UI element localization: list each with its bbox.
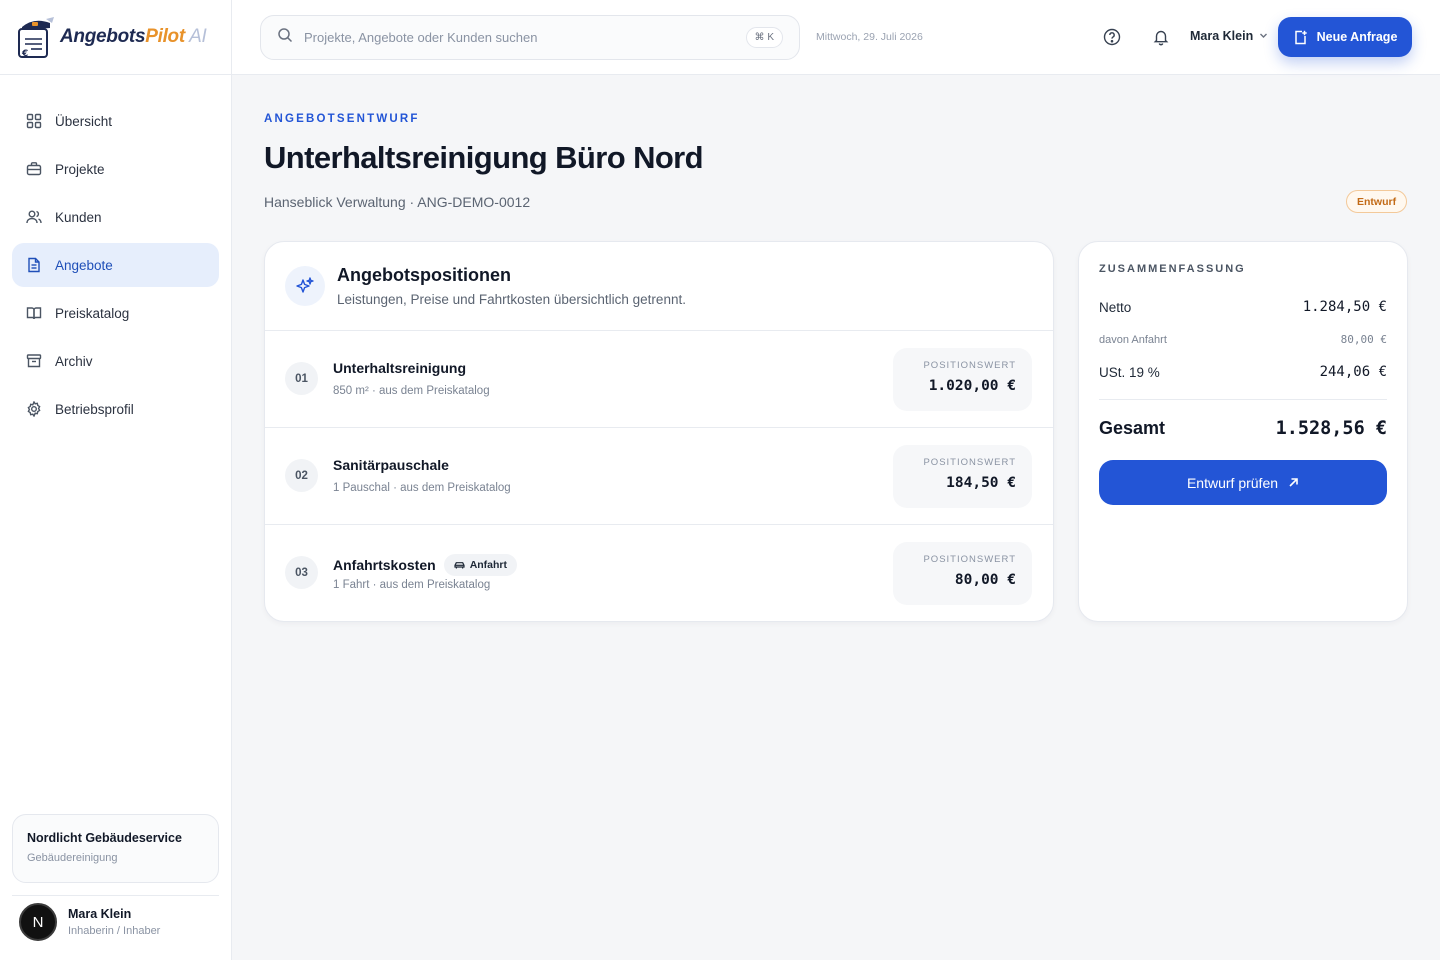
table-row[interactable]: 01 Unterhaltsreinigung 850 m² · aus dem … bbox=[265, 331, 1053, 428]
divider bbox=[12, 895, 219, 896]
logo[interactable]: € AngebotsPilot AI bbox=[0, 0, 231, 75]
position-meta: 1 Pauschal · aus dem Preiskatalog bbox=[333, 482, 511, 494]
company-type: Gebäudereinigung bbox=[27, 852, 118, 864]
sidebar-item-label: Betriebsprofil bbox=[55, 401, 134, 417]
netto-label: Netto bbox=[1099, 299, 1132, 315]
user-menu-name: Mara Klein bbox=[1190, 29, 1254, 43]
positions-header: Angebotspositionen Leistungen, Preise un… bbox=[265, 242, 1053, 331]
user-menu[interactable]: Mara Klein bbox=[1190, 29, 1268, 43]
sidebar-item-label: Preiskatalog bbox=[55, 305, 130, 321]
users-icon bbox=[26, 209, 42, 225]
page-eyebrow: ANGEBOTSENTWURF bbox=[264, 113, 420, 125]
position-value: 80,00 € bbox=[954, 572, 1016, 588]
position-value-label: POSITIONSWERT bbox=[923, 457, 1016, 468]
position-number: 02 bbox=[285, 459, 318, 492]
company-card[interactable]: Nordlicht Gebäudeservice Gebäudereinigun… bbox=[12, 814, 219, 883]
sidebar-item-label: Angebote bbox=[55, 257, 113, 273]
search-icon bbox=[277, 27, 293, 48]
status-badge: Entwurf bbox=[1346, 190, 1408, 213]
sidebar-item-label: Übersicht bbox=[55, 113, 113, 129]
position-value-box: POSITIONSWERT 80,00 € bbox=[893, 542, 1032, 605]
grid-icon bbox=[26, 113, 42, 129]
archive-icon bbox=[26, 353, 42, 369]
position-meta: 1 Fahrt · aus dem Preiskatalog bbox=[333, 579, 491, 591]
summary-ust-row: USt. 19 % 244,06 € bbox=[1099, 364, 1387, 380]
total-value: 1.528,56 € bbox=[1275, 418, 1387, 439]
position-value: 184,50 € bbox=[946, 475, 1016, 491]
position-number: 03 bbox=[285, 556, 318, 589]
position-name: Sanitärpauschale bbox=[333, 457, 449, 473]
page-subtitle: Hanseblick Verwaltung · ANG-DEMO-0012 bbox=[264, 194, 531, 210]
summary-anfahrt-row: davon Anfahrt 80,00 € bbox=[1099, 333, 1387, 346]
shortcut-hint: ⌘ K bbox=[745, 27, 783, 48]
briefcase-icon bbox=[26, 161, 42, 177]
netto-value: 1.284,50 € bbox=[1302, 299, 1387, 315]
position-name: Unterhaltsreinigung bbox=[333, 360, 467, 376]
sidebar-user[interactable]: N Mara Klein Inhaberin / Inhaber bbox=[19, 903, 160, 941]
sidebar-item-label: Archiv bbox=[55, 353, 93, 369]
arrow-up-right-icon bbox=[1288, 477, 1299, 488]
position-meta: 850 m² · aus dem Preiskatalog bbox=[333, 385, 490, 397]
sidebar-item-uebersicht[interactable]: Übersicht bbox=[12, 99, 219, 143]
sidebar: € AngebotsPilot AI Übersicht Projekte Ku… bbox=[0, 0, 232, 960]
review-draft-label: Entwurf prüfen bbox=[1186, 474, 1279, 491]
summary-title: ZUSAMMENFASSUNG bbox=[1099, 263, 1246, 275]
company-name: Nordlicht Gebäudeservice bbox=[27, 831, 182, 845]
chevron-down-icon bbox=[1259, 29, 1268, 43]
position-value-label: POSITIONSWERT bbox=[923, 554, 1016, 565]
position-value-box: POSITIONSWERT 1.020,00 € bbox=[893, 348, 1032, 411]
user-role: Inhaberin / Inhaber bbox=[68, 925, 161, 937]
search-input[interactable]: Projekte, Angebote oder Kunden suchen ⌘ … bbox=[260, 15, 800, 60]
sidebar-item-label: Kunden bbox=[55, 209, 102, 225]
positions-card: Angebotspositionen Leistungen, Preise un… bbox=[264, 241, 1054, 622]
ust-label: USt. 19 % bbox=[1099, 364, 1160, 380]
travel-tag: Anfahrt bbox=[443, 554, 518, 576]
sidebar-item-kunden[interactable]: Kunden bbox=[12, 195, 219, 239]
sidebar-item-preiskatalog[interactable]: Preiskatalog bbox=[12, 291, 219, 335]
new-document-icon bbox=[1293, 30, 1308, 45]
sidebar-item-label: Projekte bbox=[55, 161, 105, 177]
brand-name: AngebotsPilot AI bbox=[60, 26, 207, 47]
new-request-button[interactable]: Neue Anfrage bbox=[1278, 17, 1412, 57]
table-row[interactable]: 03 Anfahrtskosten Anfahrt 1 Fahrt · aus … bbox=[265, 525, 1053, 621]
sidebar-item-archiv[interactable]: Archiv bbox=[12, 339, 219, 383]
pilot-document-logo-icon: € bbox=[16, 15, 56, 59]
position-value-box: POSITIONSWERT 184,50 € bbox=[893, 445, 1032, 508]
sidebar-item-angebote[interactable]: Angebote bbox=[12, 243, 219, 287]
top-bar: Projekte, Angebote oder Kunden suchen ⌘ … bbox=[232, 0, 1440, 75]
anfahrt-label: davon Anfahrt bbox=[1099, 333, 1167, 346]
summary-card: ZUSAMMENFASSUNG Netto 1.284,50 € davon A… bbox=[1078, 241, 1408, 622]
cta-label: Neue Anfrage bbox=[1316, 30, 1398, 44]
car-icon bbox=[454, 560, 465, 571]
summary-netto-row: Netto 1.284,50 € bbox=[1099, 299, 1387, 315]
current-date: Mittwoch, 29. Juli 2026 bbox=[816, 31, 923, 43]
divider bbox=[1099, 399, 1387, 400]
table-row[interactable]: 02 Sanitärpauschale 1 Pauschal · aus dem… bbox=[265, 428, 1053, 525]
summary-total-row: Gesamt 1.528,56 € bbox=[1099, 418, 1387, 439]
sidebar-item-betriebsprofil[interactable]: Betriebsprofil bbox=[12, 387, 219, 431]
user-name: Mara Klein bbox=[68, 907, 132, 921]
positions-title: Angebotspositionen bbox=[337, 265, 511, 285]
total-label: Gesamt bbox=[1099, 418, 1166, 438]
book-icon bbox=[26, 305, 42, 321]
position-name: Anfahrtskosten Anfahrt bbox=[333, 554, 518, 576]
bell-icon[interactable] bbox=[1152, 28, 1170, 51]
avatar: N bbox=[19, 903, 57, 941]
main-nav: Übersicht Projekte Kunden Angebote Preis… bbox=[0, 75, 231, 431]
position-value-label: POSITIONSWERT bbox=[923, 360, 1016, 371]
anfahrt-value: 80,00 € bbox=[1340, 333, 1387, 346]
gear-icon bbox=[26, 401, 42, 417]
page-title: Unterhaltsreinigung Büro Nord bbox=[264, 140, 704, 175]
svg-text:€: € bbox=[21, 49, 28, 59]
help-icon[interactable] bbox=[1103, 28, 1121, 51]
review-draft-button[interactable]: Entwurf prüfen bbox=[1099, 460, 1387, 505]
document-icon bbox=[26, 257, 42, 273]
sparkles-icon bbox=[285, 266, 325, 306]
ust-value: 244,06 € bbox=[1319, 364, 1387, 380]
sidebar-item-projekte[interactable]: Projekte bbox=[12, 147, 219, 191]
search-placeholder: Projekte, Angebote oder Kunden suchen bbox=[304, 30, 538, 45]
positions-subtitle: Leistungen, Preise und Fahrtkosten übers… bbox=[337, 292, 686, 307]
position-number: 01 bbox=[285, 362, 318, 395]
position-value: 1.020,00 € bbox=[928, 378, 1016, 394]
